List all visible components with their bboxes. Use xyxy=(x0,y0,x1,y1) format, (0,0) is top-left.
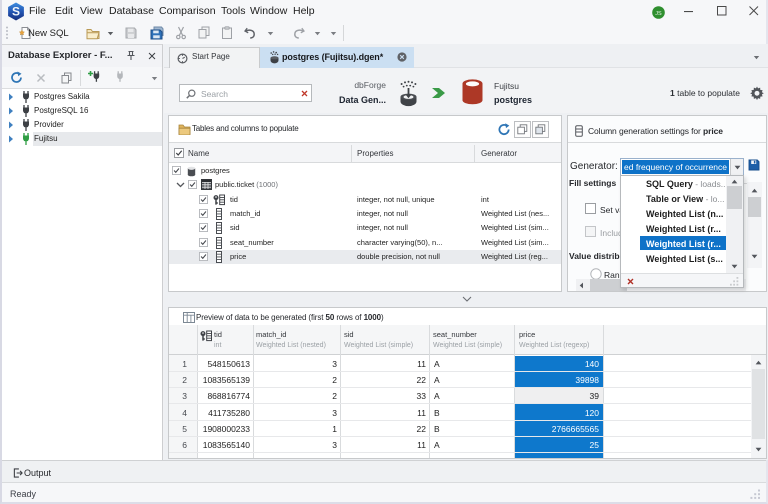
svg-text:S: S xyxy=(12,5,20,19)
svg-text:JS: JS xyxy=(655,11,662,17)
